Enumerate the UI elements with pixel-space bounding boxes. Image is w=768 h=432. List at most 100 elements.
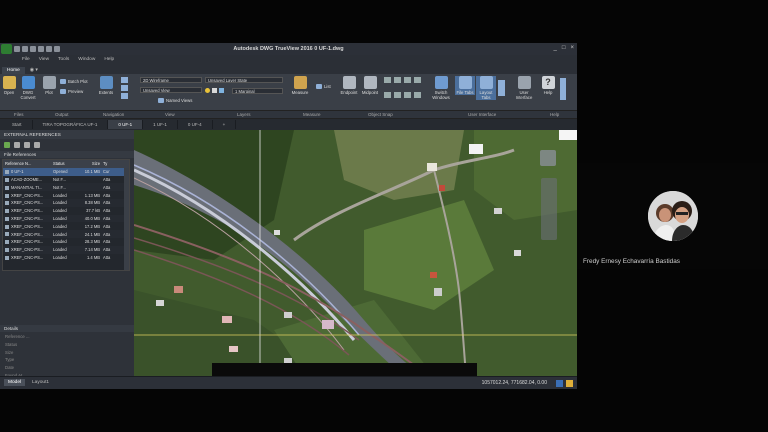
details-header[interactable]: Details — [0, 325, 134, 332]
navigation-bar[interactable] — [541, 178, 557, 240]
menu-tools[interactable]: Tools — [58, 57, 69, 62]
preview-button[interactable]: Preview — [60, 89, 83, 94]
change-path-icon[interactable] — [24, 142, 30, 148]
dwg-convert-button[interactable]: DWG Convert — [18, 76, 38, 100]
tab-home[interactable]: Home — [2, 67, 25, 74]
perpendicular-snap-icon[interactable] — [404, 91, 411, 98]
visual-style-dropdown[interactable]: 2D Wireframe — [140, 77, 202, 83]
table-row[interactable]: XREF_CNC-PS... Loaded 1.13 MB Atta — [3, 191, 129, 199]
panel-navigation-label: Navigation — [103, 112, 125, 117]
batch-plot-button[interactable]: Batch Plot — [60, 79, 88, 84]
tab-model[interactable]: Model — [4, 379, 26, 386]
new-tab-button[interactable]: + — [213, 120, 237, 129]
table-row[interactable]: XREF_CNC-PS... Loaded 1.4 MB Atta — [3, 254, 129, 262]
batch-plot-icon — [60, 79, 66, 84]
node-snap-icon[interactable] — [394, 77, 401, 83]
file-icon — [5, 224, 9, 229]
named-views-button[interactable]: Named Views — [158, 98, 192, 103]
warning-icon[interactable] — [566, 380, 573, 387]
participant-name: Fredy Ernesy Echavarría Bastidas — [583, 258, 680, 265]
refresh-icon[interactable] — [14, 142, 20, 148]
reference-name-cell: XREF_CNC-PS... — [3, 255, 53, 260]
menu-file[interactable]: File — [22, 57, 30, 62]
minimize-button[interactable]: _ — [554, 45, 557, 51]
switch-windows-button[interactable]: Switch Windows — [430, 76, 452, 100]
list-icon — [316, 84, 322, 89]
extension-snap-icon[interactable] — [384, 91, 391, 98]
attach-icon[interactable] — [4, 142, 10, 148]
xref-toolbar — [0, 139, 134, 151]
reference-name-cell: ACAD-ZOOME... — [3, 177, 53, 182]
endpoint-snap-button[interactable]: Endpoint — [339, 76, 359, 95]
tab-1-uf-1[interactable]: 1 UF-1 — [143, 120, 178, 129]
user-interface-button[interactable]: User Interface — [512, 76, 536, 100]
layout-tabs-button[interactable]: Layout Tabs — [476, 76, 496, 100]
list-button[interactable]: List — [316, 84, 331, 89]
menu-view[interactable]: View — [39, 57, 49, 62]
column-type[interactable]: Ty — [103, 161, 123, 166]
tab-0-uf-1[interactable]: 0 UF-1 — [108, 120, 144, 129]
table-row[interactable]: XREF_CNC-PS... Loaded 24.1 MB Atta — [3, 230, 129, 238]
layer-state-dropdown[interactable]: Unsaved Layer State — [205, 77, 283, 83]
zoom-icon[interactable] — [121, 93, 128, 99]
pan-icon[interactable] — [121, 77, 128, 83]
table-row[interactable]: 0 UF-1 Opened 10.1 MB Cur — [3, 167, 129, 176]
intersection-snap-icon[interactable] — [414, 77, 421, 83]
menu-help[interactable]: Help — [104, 57, 114, 62]
center-snap-icon[interactable] — [384, 77, 391, 83]
layer-toggles — [205, 88, 230, 94]
quadrant-snap-icon[interactable] — [404, 77, 411, 83]
tab-0-uf-4[interactable]: 0 UF-4 — [178, 120, 213, 129]
table-row[interactable]: XREF_CNC-PS... Loaded 37.7 kB Atta — [3, 207, 129, 215]
midpoint-snap-button[interactable]: Midpoint — [360, 76, 380, 95]
column-size[interactable]: Size — [77, 161, 103, 166]
table-row[interactable]: XREF_CNC-PS... Loaded 28.3 MB Atta — [3, 238, 129, 246]
table-row[interactable]: MANANTIAL TI... Not F... Atta — [3, 183, 129, 192]
column-status[interactable]: Status — [53, 161, 77, 166]
lock-icon[interactable] — [219, 88, 224, 93]
panel-options-icon[interactable] — [560, 78, 566, 100]
file-icon — [5, 185, 9, 190]
viewport-icon[interactable] — [556, 380, 563, 387]
tangent-snap-icon[interactable] — [414, 91, 421, 98]
table-body: 0 UF-1 Opened 10.1 MB Cur ACAD-ZOOME... Not F… — [3, 167, 129, 262]
sun-icon[interactable] — [212, 88, 217, 93]
plot-button[interactable]: Plot — [42, 76, 56, 95]
layer-dropdown[interactable]: 1 Marginal — [232, 88, 283, 94]
saved-view-dropdown[interactable]: Unsaved View — [140, 87, 202, 93]
tab-start[interactable]: Start — [2, 120, 33, 129]
table-row[interactable]: XREF_CNC-PS... Loaded 40.0 MB Atta — [3, 214, 129, 223]
viewcube-icon[interactable] — [540, 150, 556, 166]
file-tabs-button[interactable]: File Tabs — [455, 76, 475, 95]
menu-window[interactable]: Window — [78, 57, 95, 62]
table-row[interactable]: XREF_CNC-PS... Loaded 8.38 MB Atta — [3, 198, 129, 207]
named-views-icon — [158, 98, 164, 103]
extents-button[interactable]: Extents — [96, 76, 116, 95]
close-button[interactable]: × — [570, 45, 574, 51]
help-small-icon[interactable] — [34, 142, 40, 148]
orbit-icon[interactable] — [121, 85, 128, 91]
open-button[interactable]: Open — [2, 76, 16, 95]
measure-button[interactable]: Measure — [288, 76, 312, 95]
drawing-canvas[interactable] — [134, 130, 577, 376]
tab-tira-topografica[interactable]: TIRA TOPOGRÁFICA UF-1 — [33, 120, 109, 129]
convert-icon — [21, 76, 35, 89]
table-scrollbar[interactable] — [124, 168, 129, 270]
column-reference-name[interactable]: Reference N... — [3, 161, 53, 166]
table-row[interactable]: XREF_CNC-PS... Loaded 17.2 MB Atta — [3, 222, 129, 230]
help-button[interactable]: ? Help — [540, 76, 556, 95]
table-row[interactable]: ACAD-ZOOME... Not F... Atta — [3, 176, 129, 184]
status-cell: Not F... — [53, 184, 66, 190]
lightbulb-icon[interactable] — [205, 88, 210, 93]
toolbars-icon[interactable] — [498, 80, 505, 96]
detail-field: Type — [5, 357, 15, 363]
user-interface-icon — [517, 76, 531, 89]
file-references-header[interactable]: File References — [0, 151, 134, 158]
type-cell: Atta — [103, 184, 111, 190]
insertion-snap-icon[interactable] — [394, 91, 401, 98]
table-row[interactable]: XREF_CNC-PS... Loaded 7.14 MB Atta — [3, 245, 129, 254]
folder-icon — [2, 76, 16, 89]
tab-layout1[interactable]: Layout1 — [28, 379, 53, 386]
tab-options[interactable]: ◉ ▾ — [25, 67, 43, 74]
maximize-button[interactable]: □ — [562, 45, 566, 51]
